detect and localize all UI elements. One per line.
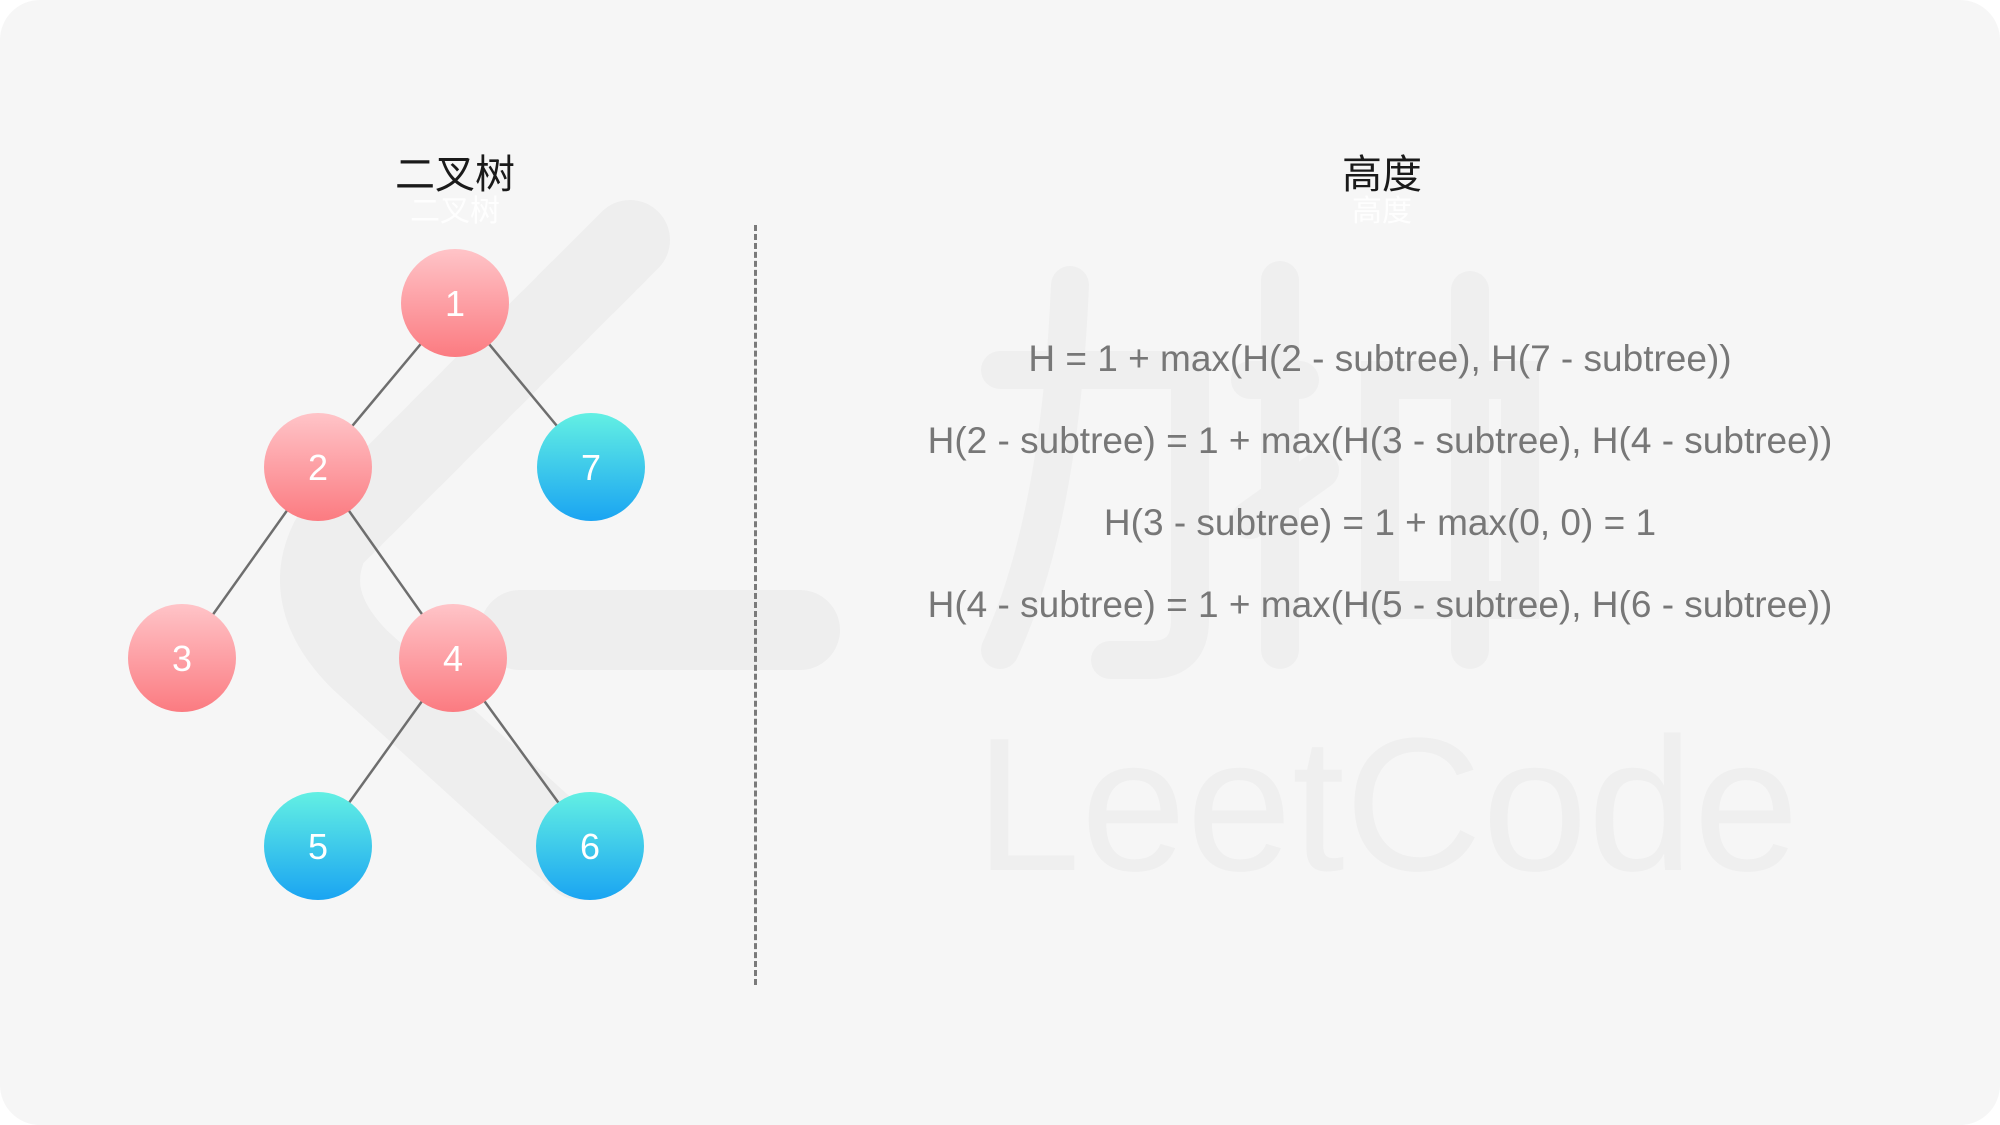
- node-label-2: 2: [308, 447, 328, 488]
- height-heading-reflection: 高度: [1352, 194, 1412, 229]
- tree-nodes: 1 2 7 3 4 5 6: [128, 249, 645, 900]
- node-label-4: 4: [443, 638, 463, 679]
- tree-edges: [180, 302, 592, 847]
- tree-node-1: 1: [401, 249, 509, 357]
- node-label-5: 5: [308, 826, 328, 867]
- formula-subtree-2-height: H(2 - subtree) = 1 + max(H(3 - subtree),…: [927, 420, 1833, 461]
- tree-node-5: 5: [264, 792, 372, 900]
- tree-node-7: 7: [537, 413, 645, 521]
- formula-subtree-3-height: H(3 - subtree) = 1 + max(0, 0) = 1: [1103, 502, 1657, 543]
- node-label-1: 1: [445, 283, 465, 324]
- binary-tree: 1 2 7 3 4 5 6: [128, 249, 645, 900]
- watermark-text: LeetCode: [975, 699, 1799, 911]
- tree-node-4: 4: [399, 604, 507, 712]
- tree-node-6: 6: [536, 792, 644, 900]
- formula-root-height: H = 1 + max(H(2 - subtree), H(7 - subtre…: [1028, 338, 1732, 379]
- node-label-7: 7: [581, 447, 601, 488]
- tree-node-2: 2: [264, 413, 372, 521]
- diagram-card: LeetCode 二叉树 二叉树 高度 高度 1273456 H = 1 + m…: [0, 0, 2000, 1125]
- formula-subtree-4-height: H(4 - subtree) = 1 + max(H(5 - subtree),…: [927, 584, 1833, 625]
- node-label-6: 6: [580, 826, 600, 867]
- node-label-3: 3: [172, 638, 192, 679]
- tree-node-3: 3: [128, 604, 236, 712]
